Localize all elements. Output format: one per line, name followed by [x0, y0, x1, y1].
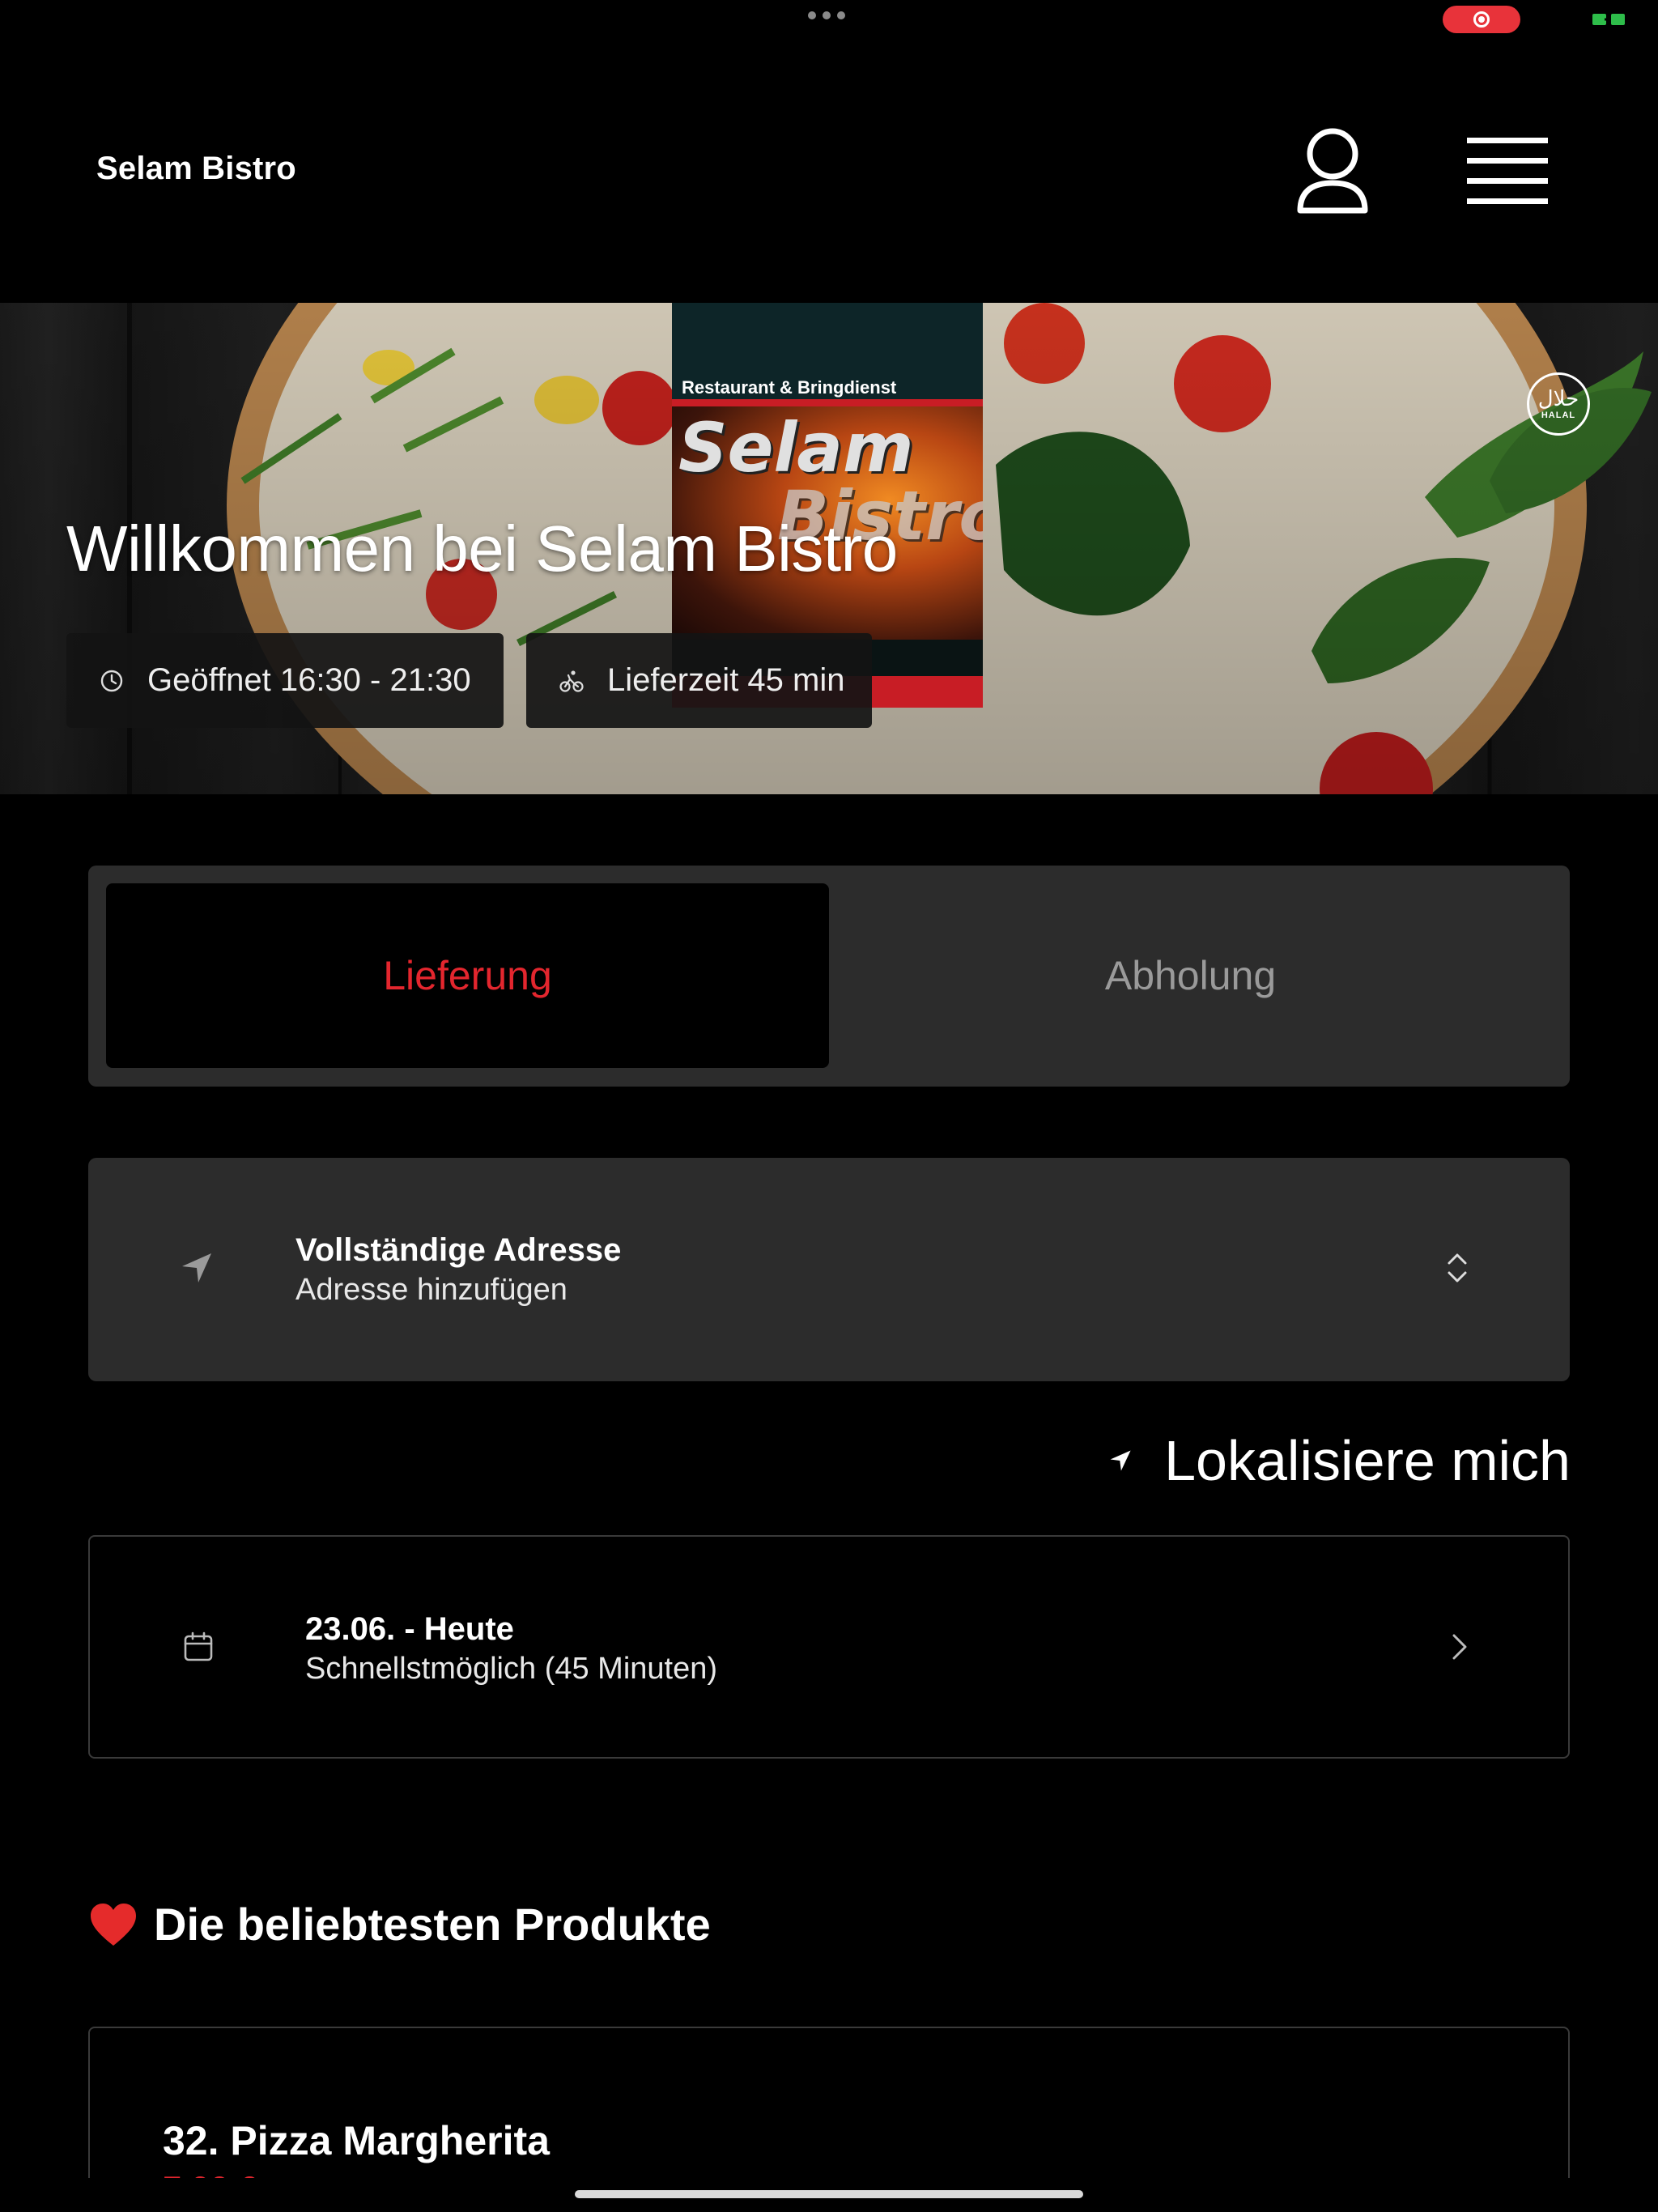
- chevron-up-down-icon: [1448, 1253, 1467, 1283]
- delivery-time-text: Lieferzeit 45 min: [607, 662, 845, 698]
- delivery-time-chip: Lieferzeit 45 min: [526, 633, 872, 728]
- calendar-icon: [184, 1631, 213, 1661]
- order-mode-toggle: Lieferung Abholung: [88, 866, 1570, 1087]
- heart-icon: [91, 1903, 136, 1946]
- home-indicator[interactable]: [575, 2190, 1083, 2198]
- opening-hours-chip: Geöffnet 16:30 - 21:30: [66, 633, 504, 728]
- address-selector[interactable]: Vollständige Adresse Adresse hinzufügen: [88, 1158, 1570, 1381]
- screen-recording-indicator: [1443, 6, 1520, 33]
- location-arrow-icon: [1110, 1450, 1131, 1471]
- chevron-right-icon: [1452, 1634, 1467, 1660]
- locate-me-label: Lokalisiere mich: [1164, 1429, 1571, 1492]
- battery-icon: [1592, 14, 1625, 25]
- clock-icon: [100, 670, 123, 691]
- product-name: 32. Pizza Margherita: [163, 2118, 550, 2163]
- page: Selam Bistro Restaurant & Bringdienst Se…: [0, 0, 1658, 2212]
- multitasking-dots-icon[interactable]: [808, 11, 845, 19]
- schedule-time: Schnellstmöglich (45 Minuten): [305, 1652, 718, 1686]
- tab-delivery[interactable]: Lieferung: [106, 883, 829, 1068]
- tab-pickup[interactable]: Abholung: [829, 883, 1552, 1068]
- halal-arabic: حلال: [1537, 387, 1579, 411]
- schedule-date: 23.06. - Heute: [305, 1611, 514, 1647]
- delivery-time-selector[interactable]: 23.06. - Heute Schnellstmöglich (45 Minu…: [88, 1535, 1570, 1759]
- locate-me-button[interactable]: Lokalisiere mich: [1109, 1427, 1571, 1495]
- hero-banner: Restaurant & Bringdienst Selam Bistro حل…: [0, 303, 1658, 794]
- restaurant-name: Selam Bistro: [96, 151, 296, 186]
- navigation-arrow-icon: [182, 1253, 211, 1283]
- address-placeholder: Adresse hinzufügen: [295, 1273, 568, 1307]
- user-outline-icon[interactable]: [1295, 126, 1370, 215]
- hamburger-menu-icon[interactable]: [1467, 136, 1548, 206]
- bicycle-icon: [559, 670, 584, 692]
- welcome-title: Willkommen bei Selam Bistro: [66, 513, 898, 585]
- address-title: Vollständige Adresse: [295, 1232, 622, 1268]
- opening-hours-text: Geöffnet 16:30 - 21:30: [147, 662, 471, 698]
- halal-badge-icon: حلال HALAL: [1527, 372, 1590, 436]
- poster-tagline: Restaurant & Bringdienst: [682, 377, 897, 398]
- popular-products-title: Die beliebtesten Produkte: [154, 1899, 711, 1950]
- halal-label: HALAL: [1541, 410, 1576, 420]
- popular-products-heading: Die beliebtesten Produkte: [89, 1898, 711, 1950]
